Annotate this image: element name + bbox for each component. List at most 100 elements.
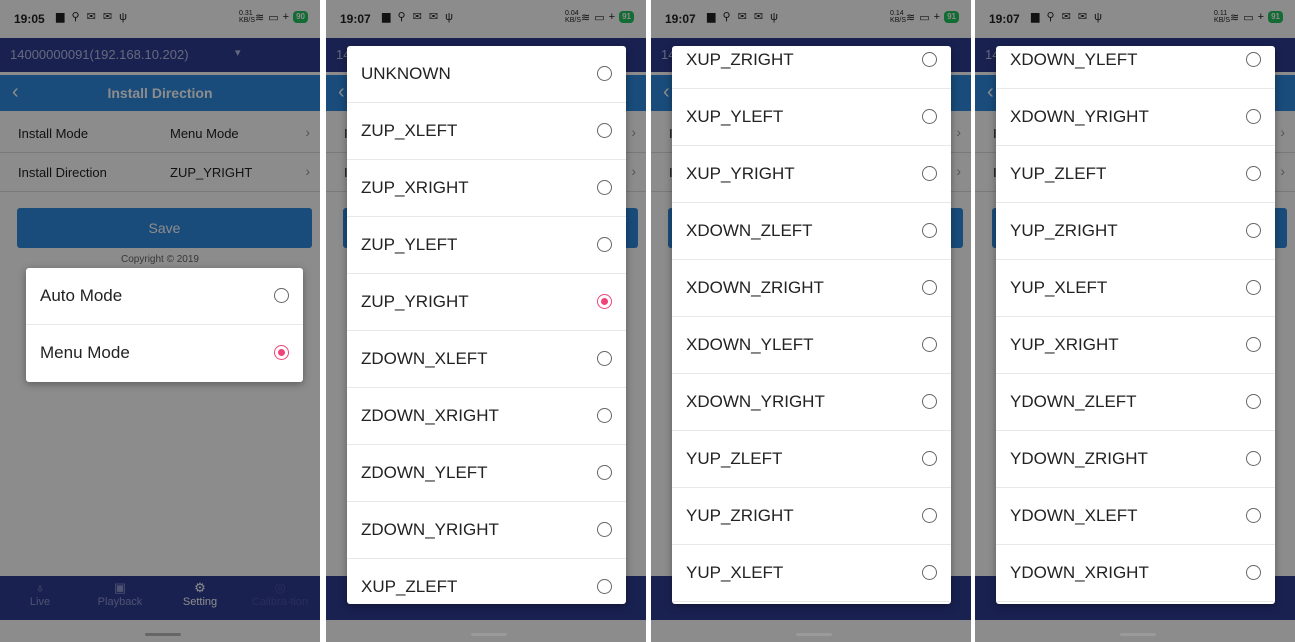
direction-option[interactable]: XDOWN_YRIGHT (996, 89, 1275, 146)
option-label: ZUP_YLEFT (361, 235, 458, 254)
option-label: ZUP_XLEFT (361, 121, 458, 140)
option-label: YDOWN_XLEFT (1010, 506, 1138, 525)
gesture-bar[interactable] (471, 633, 507, 636)
option-label: ZDOWN_YRIGHT (361, 520, 499, 539)
direction-option[interactable]: YDOWN_ZLEFT (996, 374, 1275, 431)
option-label: XUP_ZRIGHT (686, 50, 794, 69)
radio-button[interactable] (274, 288, 289, 303)
direction-option[interactable]: ZUP_YLEFT (347, 217, 626, 274)
direction-option[interactable]: ZDOWN_YLEFT (347, 445, 626, 502)
radio-button[interactable] (597, 351, 612, 366)
radio-button[interactable] (922, 508, 937, 523)
radio-button[interactable] (597, 465, 612, 480)
radio-button[interactable] (1246, 223, 1261, 238)
direction-options: XUP_ZRIGHT XUP_YLEFT XUP_YRIGHT XDOWN_ZLEFT… (672, 46, 951, 602)
install-direction-dialog: UNKNOWN ZUP_XLEFT ZUP_XRIGHT ZUP_YLEFT ZUP_Y… (347, 46, 626, 604)
radio-button[interactable] (1246, 280, 1261, 295)
radio-button[interactable] (597, 408, 612, 423)
gesture-bar[interactable] (1120, 633, 1156, 636)
radio-button[interactable] (597, 237, 612, 252)
option-label: YUP_XLEFT (686, 563, 784, 582)
option-label: YUP_ZLEFT (686, 449, 783, 468)
option-label: XUP_YRIGHT (686, 164, 795, 183)
option-label: ZDOWN_XLEFT (361, 349, 488, 368)
direction-option[interactable]: XDOWN_YLEFT (672, 317, 951, 374)
direction-option[interactable]: XDOWN_ZRIGHT (672, 260, 951, 317)
screen-install-mode: 19:05 ▆ ⚲ ✉ ✉ ψ 0.31 KB/S ≋ ▭ + 90 140000… (0, 0, 320, 642)
direction-options: UNKNOWN ZUP_XLEFT ZUP_XRIGHT ZUP_YLEFT ZUP_Y… (347, 46, 626, 604)
radio-button[interactable] (922, 109, 937, 124)
radio-button[interactable] (1246, 166, 1261, 181)
screen-direction-list-2: 19:07 ▆ ⚲ ✉ ✉ ψ 0.14KB/S ≋ ▭ + 91 140000… (651, 0, 971, 642)
direction-options: XDOWN_YLEFT XDOWN_YRIGHT YUP_ZLEFT YUP_ZRIG… (996, 46, 1275, 602)
option-label: XUP_YLEFT (686, 107, 784, 126)
direction-option[interactable]: YUP_XRIGHT (996, 317, 1275, 374)
direction-option[interactable]: XDOWN_YRIGHT (672, 374, 951, 431)
direction-option[interactable]: ZUP_XRIGHT (347, 160, 626, 217)
direction-option[interactable]: XUP_ZRIGHT (672, 46, 951, 89)
direction-option[interactable]: XDOWN_YLEFT (996, 46, 1275, 89)
option-label: XDOWN_YLEFT (686, 335, 814, 354)
option-label: YUP_ZLEFT (1010, 164, 1107, 183)
direction-option[interactable]: YUP_ZRIGHT (996, 203, 1275, 260)
direction-option[interactable]: YDOWN_XRIGHT (996, 545, 1275, 602)
radio-button-selected[interactable] (274, 345, 289, 360)
radio-button[interactable] (922, 337, 937, 352)
gesture-bar[interactable] (796, 633, 832, 636)
screen-direction-list-3: 19:07 ▆ ⚲ ✉ ✉ ψ 0.11KB/S ≋ ▭ + 91 140000… (975, 0, 1295, 642)
direction-option[interactable]: ZDOWN_YRIGHT (347, 502, 626, 559)
radio-button[interactable] (1246, 394, 1261, 409)
direction-option[interactable]: YUP_ZRIGHT (672, 488, 951, 545)
option-label: ZDOWN_XRIGHT (361, 406, 499, 425)
option-label: ZUP_XRIGHT (361, 178, 469, 197)
option-label: YUP_ZRIGHT (686, 506, 794, 525)
radio-button[interactable] (597, 123, 612, 138)
radio-button[interactable] (922, 166, 937, 181)
option-label: Menu Mode (40, 343, 130, 362)
radio-button[interactable] (597, 522, 612, 537)
option-label: YDOWN_XRIGHT (1010, 563, 1149, 582)
direction-option[interactable]: XUP_YRIGHT (672, 146, 951, 203)
radio-button[interactable] (922, 280, 937, 295)
mode-option[interactable]: Menu Mode (26, 325, 303, 382)
radio-button[interactable] (1246, 52, 1261, 67)
direction-option[interactable]: ZUP_YRIGHT (347, 274, 626, 331)
radio-button[interactable] (597, 66, 612, 81)
install-direction-dialog: XDOWN_YLEFT XDOWN_YRIGHT YUP_ZLEFT YUP_ZRIG… (996, 46, 1275, 604)
mode-option[interactable]: Auto Mode (26, 268, 303, 325)
radio-button-selected[interactable] (597, 294, 612, 309)
option-label: XDOWN_YRIGHT (1010, 107, 1149, 126)
radio-button[interactable] (922, 52, 937, 67)
direction-option[interactable]: XUP_ZLEFT (347, 559, 626, 604)
radio-button[interactable] (922, 451, 937, 466)
direction-option[interactable]: YDOWN_XLEFT (996, 488, 1275, 545)
option-label: XDOWN_ZLEFT (686, 221, 813, 240)
direction-option[interactable]: YUP_XLEFT (672, 545, 951, 602)
direction-option[interactable]: YUP_ZLEFT (996, 146, 1275, 203)
option-label: YUP_XRIGHT (1010, 335, 1119, 354)
direction-option[interactable]: XUP_YLEFT (672, 89, 951, 146)
radio-button[interactable] (922, 565, 937, 580)
direction-option[interactable]: ZDOWN_XRIGHT (347, 388, 626, 445)
radio-button[interactable] (597, 579, 612, 594)
screen-direction-list-1: 19:07 ▆ ⚲ ✉ ✉ ψ 0.04KB/S ≋ ▭ + 91 140000… (326, 0, 646, 642)
radio-button[interactable] (922, 394, 937, 409)
install-direction-dialog: XUP_ZRIGHT XUP_YLEFT XUP_YRIGHT XDOWN_ZLEFT… (672, 46, 951, 604)
radio-button[interactable] (1246, 451, 1261, 466)
radio-button[interactable] (922, 223, 937, 238)
radio-button[interactable] (1246, 508, 1261, 523)
radio-button[interactable] (1246, 565, 1261, 580)
direction-option[interactable]: YUP_XLEFT (996, 260, 1275, 317)
option-label: YUP_ZRIGHT (1010, 221, 1118, 240)
direction-option[interactable]: ZUP_XLEFT (347, 103, 626, 160)
direction-option[interactable]: ZDOWN_XLEFT (347, 331, 626, 388)
direction-option[interactable]: XDOWN_ZLEFT (672, 203, 951, 260)
radio-button[interactable] (1246, 337, 1261, 352)
direction-option[interactable]: UNKNOWN (347, 46, 626, 103)
option-label: UNKNOWN (361, 64, 451, 83)
direction-option[interactable]: YUP_ZLEFT (672, 431, 951, 488)
direction-option[interactable]: YDOWN_ZRIGHT (996, 431, 1275, 488)
radio-button[interactable] (1246, 109, 1261, 124)
option-label: ZDOWN_YLEFT (361, 463, 488, 482)
radio-button[interactable] (597, 180, 612, 195)
